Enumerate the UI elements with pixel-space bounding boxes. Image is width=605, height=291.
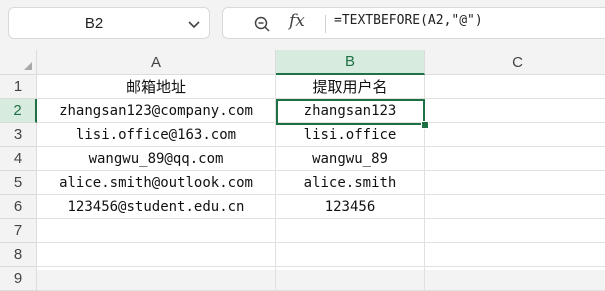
cell-a8[interactable] — [37, 243, 276, 267]
cell-a2[interactable]: zhangsan123@company.com — [37, 99, 276, 123]
cell-b2[interactable]: zhangsan123 — [276, 99, 425, 123]
cell-c8[interactable] — [425, 243, 605, 267]
select-all-corner[interactable] — [0, 50, 37, 75]
row-header-3[interactable]: 3 — [0, 123, 37, 147]
cell-b5[interactable]: alice.smith — [276, 171, 425, 195]
cell-b4[interactable]: wangwu_89 — [276, 147, 425, 171]
cell-a9[interactable] — [37, 267, 276, 291]
cell-b8[interactable] — [276, 243, 425, 267]
cell-c7[interactable] — [425, 219, 605, 243]
cell-c2[interactable] — [425, 99, 605, 123]
cell-b1[interactable]: 提取用户名 — [276, 75, 425, 99]
cell-a6[interactable]: 123456@student.edu.cn — [37, 195, 276, 219]
formula-input[interactable]: =TEXTBEFORE(A2,"@") — [334, 13, 483, 28]
cell-c4[interactable] — [425, 147, 605, 171]
row-header-4[interactable]: 4 — [0, 147, 37, 171]
cell-a1[interactable]: 邮箱地址 — [37, 75, 276, 99]
cell-b9[interactable] — [276, 267, 425, 291]
function-icon[interactable]: fx — [289, 11, 305, 31]
cell-b6[interactable]: 123456 — [276, 195, 425, 219]
cell-a5[interactable]: alice.smith@outlook.com — [37, 171, 276, 195]
column-header-a[interactable]: A — [37, 50, 276, 75]
name-box[interactable]: B2 — [8, 7, 210, 39]
cell-c9[interactable] — [425, 267, 605, 291]
cell-c1[interactable] — [425, 75, 605, 99]
column-header-c[interactable]: C — [425, 50, 605, 75]
row-header-8[interactable]: 8 — [0, 243, 37, 267]
fill-handle[interactable] — [421, 121, 429, 129]
cell-a4[interactable]: wangwu_89@qq.com — [37, 147, 276, 171]
cell-c3[interactable] — [425, 123, 605, 147]
spreadsheet-grid: A B C 1 2 3 4 5 6 7 8 9 邮箱地址 提取用户名 zhang… — [0, 50, 605, 291]
cell-c5[interactable] — [425, 171, 605, 195]
cell-c6[interactable] — [425, 195, 605, 219]
cell-a3[interactable]: lisi.office@163.com — [37, 123, 276, 147]
formula-bar[interactable]: fx =TEXTBEFORE(A2,"@") — [222, 7, 605, 39]
formula-bar-divider — [325, 15, 326, 33]
chevron-down-icon[interactable] — [187, 17, 201, 31]
row-header-6[interactable]: 6 — [0, 195, 37, 219]
cell-a7[interactable] — [37, 219, 276, 243]
zoom-icon[interactable] — [253, 15, 271, 33]
cell-reference: B2 — [84, 14, 104, 32]
cell-b3[interactable]: lisi.office — [276, 123, 425, 147]
row-header-7[interactable]: 7 — [0, 219, 37, 243]
cell-b7[interactable] — [276, 219, 425, 243]
row-header-2[interactable]: 2 — [0, 99, 37, 123]
row-header-9[interactable]: 9 — [0, 267, 37, 291]
row-header-1[interactable]: 1 — [0, 75, 37, 99]
column-header-b[interactable]: B — [276, 50, 425, 75]
row-header-5[interactable]: 5 — [0, 171, 37, 195]
